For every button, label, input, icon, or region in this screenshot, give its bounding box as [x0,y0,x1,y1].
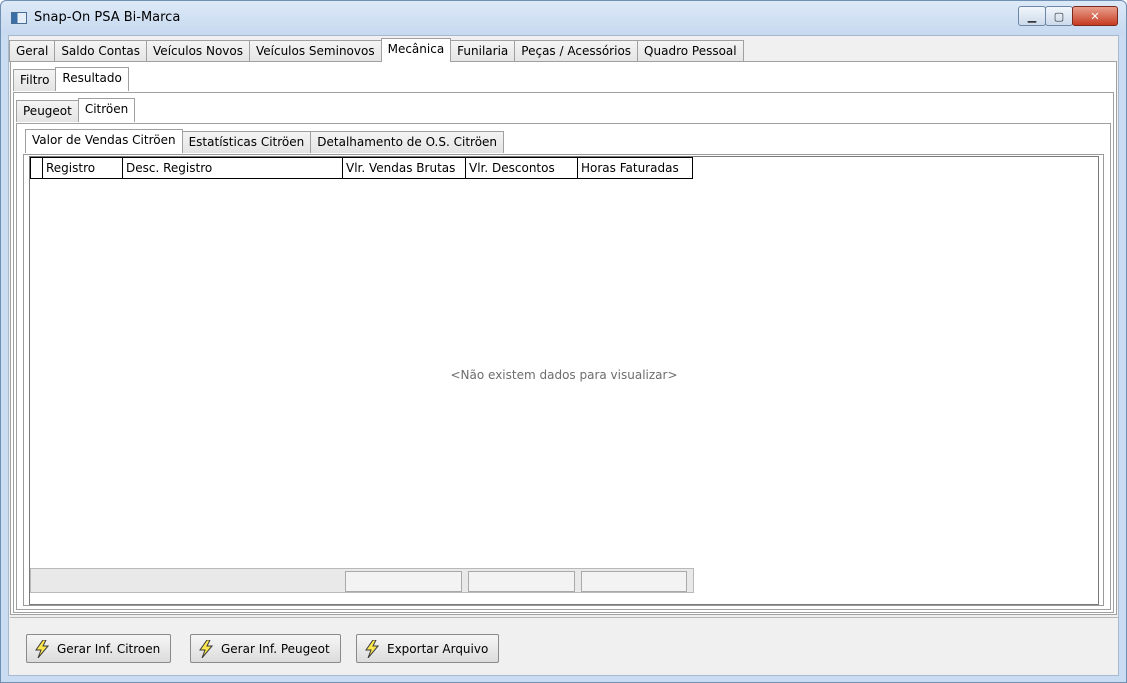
lightning-bolt-icon [35,639,49,658]
gerar-citroen-button[interactable]: Gerar Inf. Citroen [26,634,172,663]
minimize-button[interactable]: ▁ [1018,6,1046,26]
footer-total-descontos [468,571,575,592]
footer-total-horas [581,571,687,592]
close-button[interactable]: ✕ [1072,6,1118,26]
tab-mecanica[interactable]: Mecânica [380,38,452,62]
action-bar: Gerar Inf. Citroen Gerar Inf. Peugeot Ex… [10,617,1118,675]
brand-tabs: Peugeot Citröen [16,98,136,122]
sub-tabs: Filtro Resultado [13,67,129,91]
window-title: Snap-On PSA Bi-Marca [34,10,181,25]
tab-detalhamento-os[interactable]: Detalhamento de O.S. Citröen [310,131,505,153]
exportar-arquivo-label: Exportar Arquivo [387,641,489,656]
column-header-desc-registro[interactable]: Desc. Registro [123,157,343,179]
gerar-peugeot-button[interactable]: Gerar Inf. Peugeot [190,634,341,663]
footer-total-vendas-brutas [345,571,462,592]
empty-grid-message: <Não existem dados para visualizar> [450,368,678,382]
tab-estatisticas[interactable]: Estatísticas Citröen [181,131,312,153]
data-grid[interactable]: Registro Desc. Registro Vlr. Vendas Brut… [29,156,1099,605]
report-tabs: Valor de Vendas Citröen Estatísticas Cit… [25,129,505,153]
column-header-registro[interactable]: Registro [43,157,123,179]
gerar-peugeot-label: Gerar Inf. Peugeot [221,641,330,656]
main-tabs: Geral Saldo Contas Veículos Novos Veícul… [9,38,744,62]
lightning-bolt-icon [365,639,379,658]
grid-header: Registro Desc. Registro Vlr. Vendas Brut… [30,157,693,179]
row-indicator-header[interactable] [30,157,43,179]
tab-funilaria[interactable]: Funilaria [450,40,516,62]
maximize-button[interactable]: ▢ [1045,6,1073,26]
lightning-bolt-icon [199,639,213,658]
gerar-citroen-label: Gerar Inf. Citroen [57,641,161,656]
tab-pecas-acessorios[interactable]: Peças / Acessórios [514,40,639,62]
tab-veiculos-novos[interactable]: Veículos Novos [146,40,250,62]
column-header-vlr-descontos[interactable]: Vlr. Descontos [466,157,578,179]
app-window: Snap-On PSA Bi-Marca ▁ ▢ ✕ Geral Saldo C… [0,0,1127,683]
client-area: Geral Saldo Contas Veículos Novos Veícul… [8,35,1119,676]
tab-geral[interactable]: Geral [9,40,56,62]
tab-saldo-contas[interactable]: Saldo Contas [54,40,148,62]
column-header-horas-faturadas[interactable]: Horas Faturadas [578,157,693,179]
tab-peugeot[interactable]: Peugeot [16,100,79,122]
grid-footer [30,568,694,593]
tab-filtro[interactable]: Filtro [13,69,57,91]
tab-resultado[interactable]: Resultado [55,67,129,91]
exportar-arquivo-button[interactable]: Exportar Arquivo [356,634,500,663]
app-icon [11,12,27,24]
title-bar[interactable]: Snap-On PSA Bi-Marca ▁ ▢ ✕ [1,1,1126,35]
tab-citroen[interactable]: Citröen [77,98,136,122]
tab-quadro-pessoal[interactable]: Quadro Pessoal [637,40,744,62]
column-header-vlr-vendas-brutas[interactable]: Vlr. Vendas Brutas [343,157,466,179]
tab-veiculos-seminovos[interactable]: Veículos Seminovos [248,40,382,62]
tab-valor-vendas[interactable]: Valor de Vendas Citröen [25,129,183,153]
